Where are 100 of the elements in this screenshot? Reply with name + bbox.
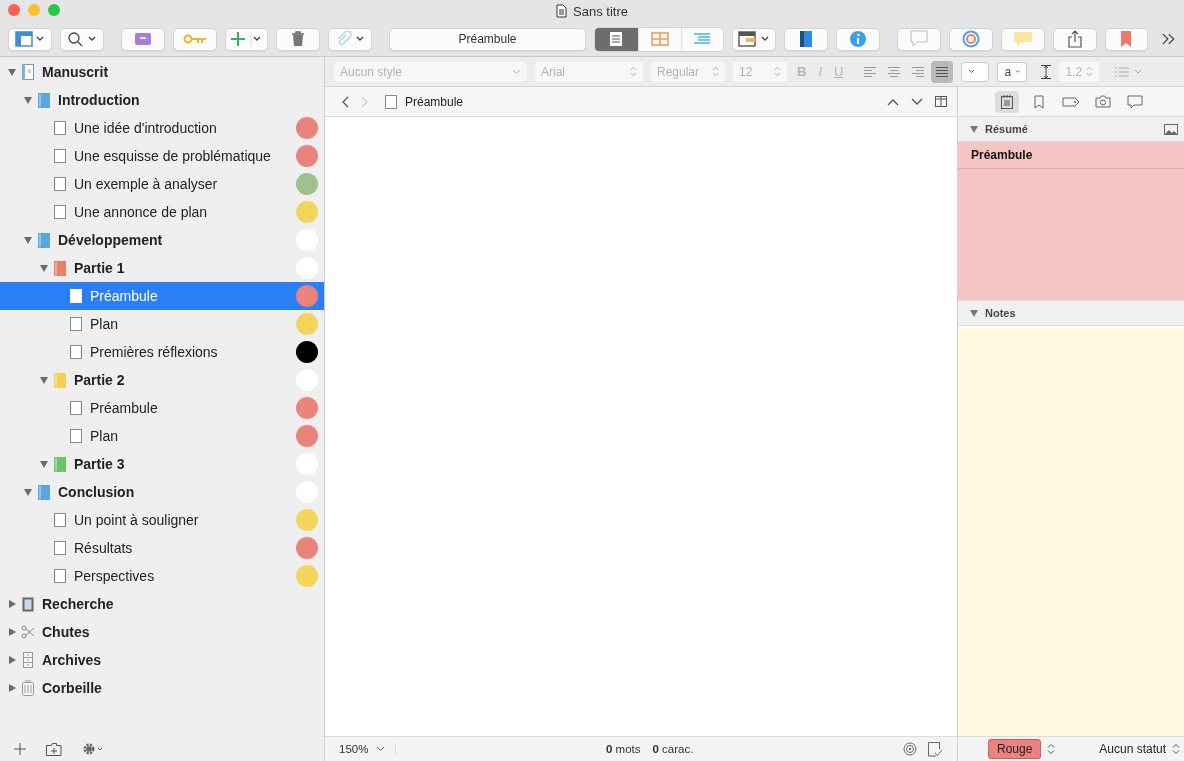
add-folder-icon[interactable]: [46, 742, 62, 756]
disclosure-icon[interactable]: [970, 309, 978, 317]
disclosure-icon[interactable]: [8, 68, 16, 76]
book-icon: [799, 30, 814, 48]
item-title: Manuscrit: [42, 64, 110, 80]
binder-item[interactable]: Recherche: [0, 590, 324, 618]
stepper-icon[interactable]: [1047, 743, 1056, 755]
binder-item[interactable]: Corbeille: [0, 674, 324, 702]
item-title: Une esquisse de problématique: [74, 148, 272, 164]
document-title-field[interactable]: Préambule: [389, 27, 586, 51]
item-title: Développement: [58, 232, 164, 248]
outline-icon: [693, 32, 712, 46]
document-view-tab[interactable]: [594, 27, 638, 51]
split-view-icon[interactable]: [935, 96, 947, 107]
disclosure-icon[interactable]: [24, 96, 32, 104]
stepper-icon: [1086, 66, 1094, 77]
view-mode-control[interactable]: [593, 26, 725, 52]
binder-button[interactable]: [784, 27, 829, 51]
checked-page-icon[interactable]: [927, 741, 943, 757]
disclosure-icon[interactable]: [40, 460, 48, 468]
page-icon: [70, 345, 82, 359]
page-icon: [54, 149, 66, 163]
zoom-dropdown[interactable]: 150%: [339, 743, 397, 755]
alignment-icon: [888, 66, 901, 77]
up-icon[interactable]: [887, 97, 899, 106]
delete-button[interactable]: [276, 27, 321, 51]
page-icon: [54, 205, 66, 219]
item-title: Un point à souligner: [74, 512, 200, 528]
disclosure-icon[interactable]: [24, 236, 32, 244]
stepper-icon[interactable]: [1172, 743, 1180, 755]
close-button[interactable]: [8, 4, 20, 16]
cabinet-icon: [23, 652, 33, 668]
disclosure-icon[interactable]: [40, 376, 48, 384]
chevron-icon: [512, 68, 521, 75]
add-button[interactable]: [224, 27, 269, 51]
layout-button[interactable]: [8, 27, 52, 51]
item-title: Préambule: [90, 400, 159, 416]
disclosure-icon[interactable]: [8, 656, 16, 664]
binder-item[interactable]: Un exemple à analyser: [0, 170, 324, 198]
disclosure-icon[interactable]: [8, 684, 16, 692]
binder-item[interactable]: Une esquisse de problématique: [0, 142, 324, 170]
page-icon: [70, 317, 82, 331]
binder-item[interactable]: Partie 2: [0, 366, 324, 394]
item-title: Premières réflexions: [90, 344, 219, 360]
disclosure-icon[interactable]: [40, 264, 48, 272]
binder-item[interactable]: Introduction: [0, 86, 324, 114]
binder-item[interactable]: Une annonce de plan: [0, 198, 324, 226]
section-header[interactable]: Résumé: [958, 117, 1184, 142]
trash-icon: [22, 680, 34, 696]
back-icon[interactable]: [341, 95, 349, 108]
binder-item[interactable]: Archives: [0, 646, 324, 674]
disclosure-icon[interactable]: [8, 628, 16, 636]
synopsis-card[interactable]: Préambule: [958, 142, 1184, 301]
binder-item[interactable]: Plan: [0, 422, 324, 450]
status-dropdown[interactable]: Aucun statut: [1099, 742, 1166, 756]
share-button[interactable]: [1052, 27, 1097, 51]
binder-item[interactable]: Premières réflexions: [0, 338, 324, 366]
page-icon: [70, 429, 82, 443]
trash-icon: [291, 31, 306, 47]
search-button[interactable]: [59, 27, 104, 51]
binder-item[interactable]: Résultats: [0, 534, 324, 562]
notes-tab[interactable]: [995, 90, 1019, 113]
binder-item[interactable]: Manuscrit: [0, 58, 324, 86]
image-icon[interactable]: [1164, 123, 1178, 135]
section-header[interactable]: Notes: [958, 301, 1184, 326]
target-button[interactable]: [948, 27, 993, 51]
binder-item[interactable]: Chutes: [0, 618, 324, 646]
box-icon: [133, 32, 152, 46]
settings-icon[interactable]: [82, 742, 104, 756]
inspector-button[interactable]: [836, 27, 881, 51]
binder-item[interactable]: Une idée d'introduction: [0, 114, 324, 142]
bookmark-button[interactable]: [1104, 27, 1149, 51]
page-icon: [609, 31, 624, 47]
disclosure-icon[interactable]: [24, 488, 32, 496]
binder-item[interactable]: Perspectives: [0, 562, 324, 590]
binder-item[interactable]: Préambule: [0, 282, 324, 310]
stepper-icon: [774, 66, 781, 77]
speech-bubble-icon: [1012, 31, 1033, 47]
disclosure-icon[interactable]: [8, 600, 16, 608]
page-icon: [385, 94, 397, 109]
item-title: Plan: [90, 428, 120, 444]
binder-item[interactable]: Partie 3: [0, 450, 324, 478]
label-dropdown[interactable]: Rouge: [988, 739, 1042, 759]
binder-item[interactable]: Préambule: [0, 394, 324, 422]
page-icon: [54, 177, 66, 191]
grid-icon: [650, 32, 669, 46]
layout-menu-button[interactable]: [732, 27, 777, 51]
item-title: Une idée d'introduction: [74, 120, 218, 136]
target-icon[interactable]: [903, 742, 917, 756]
synopsis-title: Préambule: [958, 142, 1184, 169]
overflow-icon[interactable]: [1162, 33, 1177, 45]
disclosure-icon[interactable]: [970, 125, 978, 133]
binder-item[interactable]: Plan: [0, 310, 324, 338]
add-icon[interactable]: [14, 743, 26, 755]
binder-item[interactable]: Un point à souligner: [0, 506, 324, 534]
binder-item[interactable]: Partie 1: [0, 254, 324, 282]
down-icon[interactable]: [911, 97, 923, 106]
binder-item[interactable]: Conclusion: [0, 478, 324, 506]
binder-item[interactable]: Développement: [0, 226, 324, 254]
collection-button[interactable]: [120, 27, 165, 51]
